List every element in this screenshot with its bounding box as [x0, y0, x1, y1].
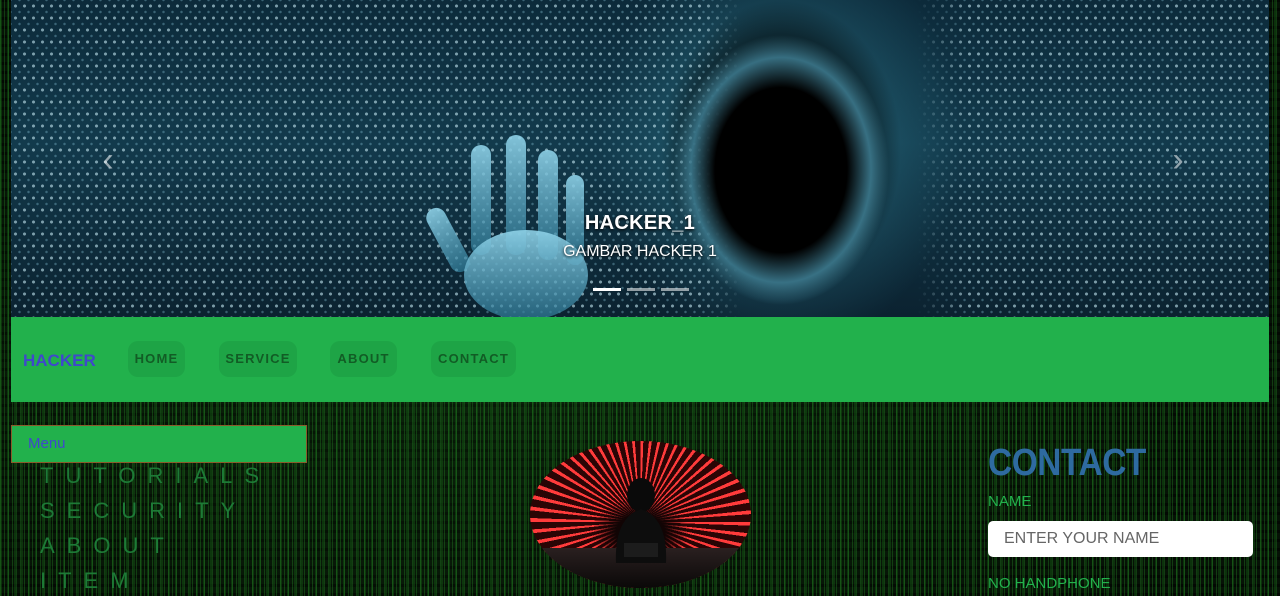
menu-item-tutorials[interactable]: TUTORIALS: [40, 463, 271, 489]
menu-item-item[interactable]: ITEM: [40, 568, 141, 594]
menu-item-about[interactable]: ABOUT: [40, 533, 176, 559]
hero-carousel: ‹ › HACKER_1 GAMBAR HACKER 1: [11, 0, 1269, 317]
carousel-next-button[interactable]: ›: [1163, 140, 1193, 180]
carousel-prev-button[interactable]: ‹: [93, 140, 123, 180]
main-navbar: HACKER HOME SERVICE ABOUT CONTACT: [11, 317, 1269, 402]
carousel-indicators: [593, 288, 689, 291]
nav-service[interactable]: SERVICE: [219, 341, 297, 377]
chevron-right-icon: ›: [1172, 141, 1184, 179]
navbar-brand[interactable]: HACKER: [23, 351, 96, 371]
carousel-indicator-3[interactable]: [661, 288, 689, 291]
carousel-image-hooded-figure: [641, 0, 921, 317]
nav-home[interactable]: HOME: [128, 341, 185, 377]
hooded-figure-image: [615, 478, 667, 563]
carousel-indicator-1[interactable]: [593, 288, 621, 291]
contact-title: CONTACT: [988, 442, 1146, 484]
carousel-image-digits: [11, 0, 1269, 317]
name-input[interactable]: [988, 521, 1253, 557]
hacker-image: [530, 441, 751, 588]
carousel-indicator-2[interactable]: [627, 288, 655, 291]
slide-subtitle: GAMBAR HACKER 1: [563, 243, 717, 260]
name-label: NAME: [988, 493, 1032, 510]
chevron-left-icon: ‹: [102, 141, 114, 179]
menu-header[interactable]: Menu: [11, 425, 307, 463]
nav-contact[interactable]: CONTACT: [431, 341, 516, 377]
nav-about[interactable]: ABOUT: [330, 341, 397, 377]
menu-item-security[interactable]: SECURITY: [40, 498, 247, 524]
slide-title: HACKER_1: [584, 212, 696, 234]
phone-label: NO HANDPHONE: [988, 575, 1111, 592]
